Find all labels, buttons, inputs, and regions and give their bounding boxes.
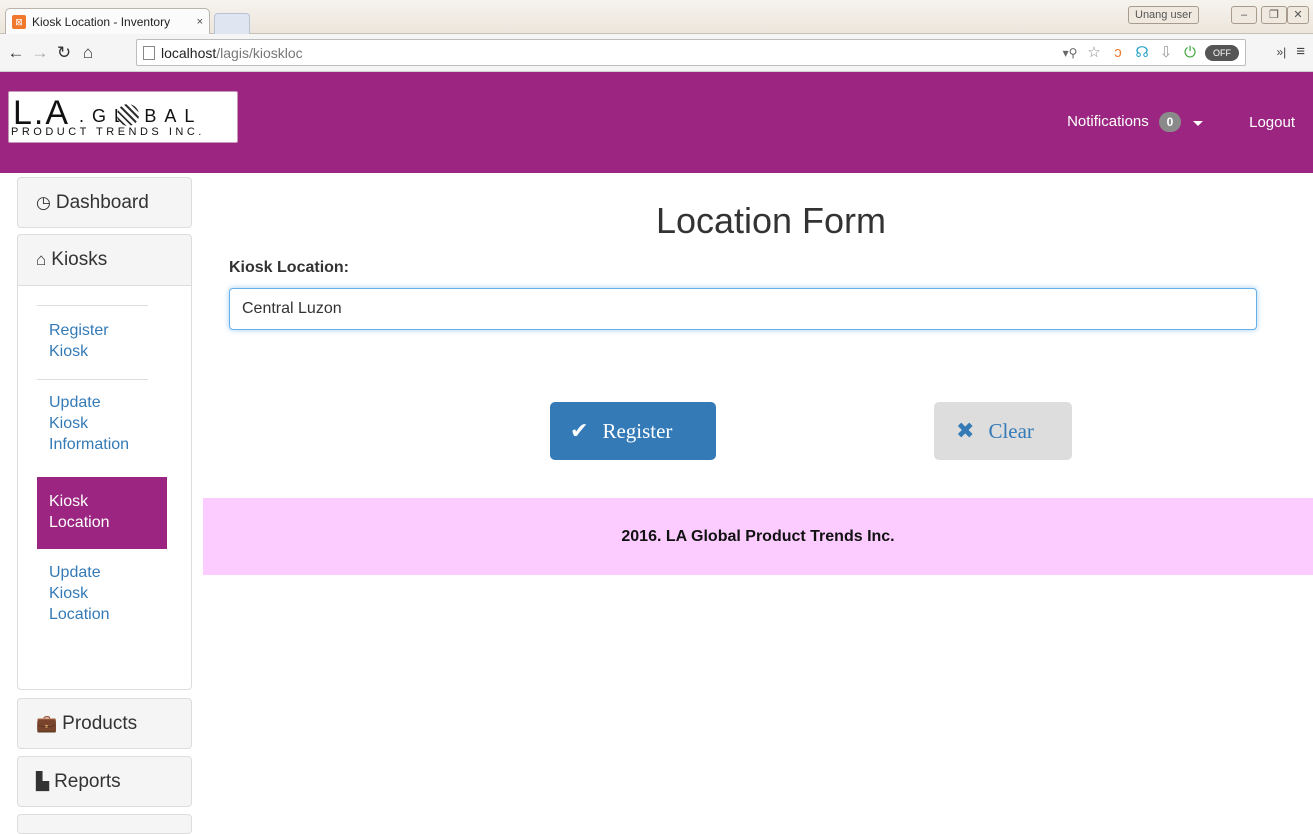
company-logo[interactable]: L.A .GL BAL PRODUCT TRENDS INC.	[8, 91, 238, 143]
browser-tab-strip: ⊠ Kiosk Location - Inventory × Unang use…	[0, 0, 1313, 34]
divider	[37, 305, 148, 306]
new-tab-button[interactable]	[214, 13, 250, 34]
app-header: L.A .GL BAL PRODUCT TRENDS INC. Notifica…	[0, 72, 1313, 173]
logo-tagline: PRODUCT TRENDS INC.	[11, 126, 205, 138]
clear-label: Clear	[988, 418, 1034, 443]
profile-button[interactable]: Unang user	[1128, 6, 1199, 24]
browser-toolbar: ← → ↻ ⌂ localhost/lagis/kioskloc ▾⚲ ☆ ↄ …	[0, 34, 1313, 72]
minimize-icon[interactable]: –	[1231, 6, 1257, 24]
products-label: Products	[62, 713, 138, 734]
link-line: Information	[49, 436, 130, 453]
kiosk-location-label: Kiosk Location:	[229, 259, 350, 276]
update-kiosk-location-link[interactable]: Update Kiosk Location	[37, 562, 167, 625]
extensions-overflow-icon[interactable]: »|	[1276, 45, 1286, 60]
link-line: Kiosk	[49, 343, 89, 360]
sidebar-item-kiosks[interactable]: ⌂ Kiosks	[18, 235, 191, 285]
tab-title: Kiosk Location - Inventory	[32, 14, 171, 29]
logo-text-global: .GL BAL	[79, 106, 203, 126]
kiosks-submenu: Register Kiosk Update Kiosk Information …	[18, 285, 191, 689]
link-line: Location	[49, 514, 110, 531]
x-icon: ✖	[956, 418, 975, 444]
clear-button[interactable]: ✖ Clear	[934, 402, 1072, 460]
toggle-off-icon[interactable]: OFF	[1205, 45, 1239, 61]
link-line: Register	[49, 322, 109, 339]
page-title: Location Form	[655, 200, 887, 241]
file-icon: ▙	[36, 772, 50, 791]
check-icon: ✔	[570, 418, 589, 444]
divider	[37, 379, 148, 380]
link-line: Update	[49, 564, 101, 581]
download-icon[interactable]: ⇩	[1157, 44, 1175, 62]
link-line: Kiosk	[49, 415, 89, 432]
back-icon[interactable]: ←	[4, 43, 28, 63]
extension-c-icon[interactable]: ↄ	[1109, 44, 1127, 62]
logout-link[interactable]: Logout	[1249, 114, 1295, 131]
sidebar-item-more[interactable]	[17, 814, 192, 834]
sidebar-group-kiosks: ⌂ Kiosks Register Kiosk Update Kiosk Inf…	[17, 234, 192, 690]
home-icon[interactable]: ⌂	[76, 43, 100, 63]
browser-menu-area: »| ≡	[1276, 43, 1305, 60]
power-icon[interactable]: ⏻	[1181, 44, 1199, 62]
notifications-dropdown[interactable]: Notifications 0	[1067, 112, 1204, 132]
kiosks-label: Kiosks	[51, 249, 108, 270]
sidebar-item-dashboard[interactable]: ◷ Dashboard	[17, 177, 192, 228]
header-nav: Notifications 0 Logout	[1067, 112, 1295, 132]
zoom-icon[interactable]: ▾⚲	[1061, 44, 1079, 62]
globe-icon	[117, 104, 139, 126]
page-footer: 2016. LA Global Product Trends Inc.	[203, 498, 1313, 575]
register-button[interactable]: ✔ Register	[550, 402, 716, 460]
footer-text: 2016. LA Global Product Trends Inc.	[621, 527, 895, 545]
update-kiosk-information-link[interactable]: Update Kiosk Information	[37, 392, 167, 455]
tab-close-icon[interactable]: ×	[197, 16, 203, 28]
kiosk-location-link[interactable]: Kiosk Location	[37, 477, 167, 549]
address-bar-actions: ▾⚲ ☆ ↄ ☊ ⇩ ⏻ OFF	[1061, 44, 1239, 62]
notifications-label: Notifications	[1067, 113, 1149, 130]
url-host: localhost	[161, 44, 217, 61]
restore-icon[interactable]: ❐	[1261, 6, 1287, 24]
link-line: Update	[49, 394, 101, 411]
bookmark-star-icon[interactable]: ☆	[1085, 44, 1103, 62]
dashboard-label: Dashboard	[55, 192, 149, 213]
kiosk-location-input[interactable]	[229, 288, 1257, 330]
sidebar-item-products[interactable]: 💼 Products	[17, 698, 192, 749]
sidebar: ◷ Dashboard ⌂ Kiosks Register Kiosk Upda…	[0, 173, 203, 834]
caret-down-icon	[1193, 121, 1204, 126]
forward-icon[interactable]: →	[28, 43, 52, 63]
headphones-icon[interactable]: ☊	[1133, 44, 1151, 62]
close-window-icon[interactable]: ✕	[1287, 6, 1309, 24]
register-label: Register	[602, 418, 673, 443]
home-icon: ⌂	[36, 250, 47, 269]
register-kiosk-link[interactable]: Register Kiosk	[37, 320, 167, 362]
page-icon	[143, 45, 155, 60]
sidebar-item-reports[interactable]: ▙ Reports	[17, 756, 192, 807]
browser-tab[interactable]: ⊠ Kiosk Location - Inventory ×	[5, 8, 210, 34]
link-line: Kiosk	[49, 493, 89, 510]
dashboard-gauge-icon: ◷	[36, 193, 51, 212]
link-line: Location	[49, 606, 110, 623]
notifications-count-badge: 0	[1158, 112, 1181, 132]
address-bar[interactable]: localhost/lagis/kioskloc ▾⚲ ☆ ↄ ☊ ⇩ ⏻ OF…	[136, 39, 1246, 66]
reload-icon[interactable]: ↻	[52, 43, 76, 63]
menu-icon[interactable]: ≡	[1296, 43, 1305, 60]
url-path: /lagis/kioskloc	[216, 44, 303, 61]
link-line: Kiosk	[49, 585, 89, 602]
xampp-favicon-icon: ⊠	[12, 14, 26, 29]
reports-label: Reports	[54, 771, 121, 792]
briefcase-icon: 💼	[36, 714, 58, 733]
